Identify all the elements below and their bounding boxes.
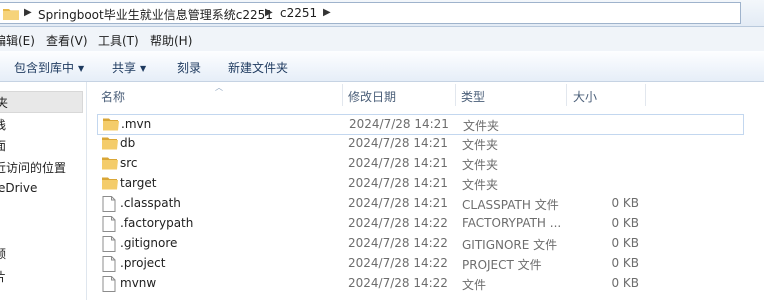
file-type: 文件夹 bbox=[462, 138, 499, 152]
file-icon bbox=[102, 256, 116, 275]
menu-bar: 编辑(E) 查看(V) 工具(T) 帮助(H) bbox=[0, 27, 764, 51]
folder-icon bbox=[103, 117, 119, 134]
file-row[interactable]: .project 2024/7/28 14:22 PROJECT 文件 0 KB bbox=[97, 254, 742, 273]
file-name: .gitignore bbox=[120, 236, 178, 250]
file-modified: 2024/7/28 14:21 bbox=[348, 176, 448, 190]
breadcrumb-separator-icon[interactable]: ▶ bbox=[24, 7, 32, 18]
column-header-name[interactable]: 名称 bbox=[101, 88, 125, 105]
file-row[interactable]: db 2024/7/28 14:21 文件夹 bbox=[97, 134, 742, 153]
chevron-down-icon: ▼ bbox=[140, 64, 147, 73]
burn-button[interactable]: 刻录 bbox=[177, 59, 201, 76]
file-type: 文件夹 bbox=[462, 178, 499, 192]
file-modified: 2024/7/28 14:22 bbox=[348, 256, 448, 270]
include-in-library-button[interactable]: 包含到库中 ▼ bbox=[14, 59, 84, 76]
breadcrumb-item[interactable]: c2251 bbox=[280, 6, 317, 20]
file-type: CLASSPATH 文件 bbox=[462, 198, 559, 212]
file-name: db bbox=[120, 136, 136, 150]
file-name: .mvn bbox=[121, 117, 152, 131]
column-header-type[interactable]: 类型 bbox=[461, 88, 485, 105]
breadcrumb-separator-icon[interactable]: ▶ bbox=[323, 7, 331, 18]
folder-icon bbox=[102, 176, 118, 193]
file-modified: 2024/7/28 14:21 bbox=[349, 117, 449, 131]
column-divider[interactable] bbox=[566, 84, 567, 106]
file-icon bbox=[102, 196, 116, 215]
new-folder-button[interactable]: 新建文件夹 bbox=[228, 59, 288, 76]
menu-help[interactable]: 帮助(H) bbox=[150, 32, 192, 49]
nav-selection-highlight bbox=[0, 91, 83, 113]
folder-icon bbox=[102, 136, 118, 153]
menu-tools[interactable]: 工具(T) bbox=[98, 32, 139, 49]
share-label: 共享 bbox=[112, 61, 137, 75]
file-name: target bbox=[120, 176, 157, 190]
address-field[interactable]: ▶ Springboot毕业生就业信息管理系统c2251 ▶ c2251 ▶ bbox=[0, 2, 741, 24]
file-icon bbox=[102, 216, 116, 235]
nav-item[interactable]: 夹 bbox=[0, 94, 8, 111]
address-bar: ▶ Springboot毕业生就业信息管理系统c2251 ▶ c2251 ▶ bbox=[0, 0, 764, 27]
column-divider[interactable] bbox=[455, 84, 456, 106]
nav-item[interactable]: 栈 bbox=[0, 116, 6, 133]
menu-view[interactable]: 查看(V) bbox=[46, 32, 88, 49]
file-row[interactable]: mvnw 2024/7/28 14:22 文件 0 KB bbox=[97, 274, 742, 293]
file-modified: 2024/7/28 14:22 bbox=[348, 236, 448, 250]
file-icon bbox=[102, 276, 116, 295]
navigation-pane: 夹 栈 面 近访问的位置 eDrive 频 片 bbox=[0, 82, 87, 300]
chevron-down-icon: ▼ bbox=[78, 64, 85, 73]
sort-ascending-icon: ︿ bbox=[215, 83, 223, 92]
column-divider[interactable] bbox=[342, 84, 343, 106]
file-row[interactable]: src 2024/7/28 14:21 文件夹 bbox=[97, 154, 742, 173]
folder-icon bbox=[3, 7, 19, 23]
file-type: GITIGNORE 文件 bbox=[462, 238, 558, 252]
file-name: mvnw bbox=[120, 276, 157, 290]
file-type: PROJECT 文件 bbox=[462, 258, 542, 272]
file-modified: 2024/7/28 14:22 bbox=[348, 216, 448, 230]
file-modified: 2024/7/28 14:21 bbox=[348, 156, 448, 170]
menu-edit[interactable]: 编辑(E) bbox=[0, 32, 35, 49]
file-modified: 2024/7/28 14:22 bbox=[348, 276, 448, 290]
file-name: .project bbox=[120, 256, 166, 270]
file-row[interactable]: .gitignore 2024/7/28 14:22 GITIGNORE 文件 0 K… bbox=[97, 234, 742, 253]
nav-item[interactable]: 频 bbox=[0, 245, 6, 262]
file-list: ︿ 名称 修改日期 类型 大小 .mvn 2024/7/28 14:21 文件夹 db… bbox=[87, 82, 764, 300]
file-type: 文件夹 bbox=[462, 158, 499, 172]
breadcrumb-item[interactable]: Springboot毕业生就业信息管理系统c2251 bbox=[38, 6, 273, 23]
breadcrumb-separator-icon[interactable]: ▶ bbox=[265, 7, 273, 18]
file-name: src bbox=[120, 156, 138, 170]
column-header-modified[interactable]: 修改日期 bbox=[348, 88, 396, 105]
file-row[interactable]: .mvn 2024/7/28 14:21 文件夹 bbox=[97, 114, 744, 135]
file-name: .classpath bbox=[120, 196, 181, 210]
file-type: 文件 bbox=[462, 278, 487, 292]
nav-item-onedrive[interactable]: eDrive bbox=[0, 181, 37, 195]
file-modified: 2024/7/28 14:21 bbox=[348, 196, 448, 210]
nav-item[interactable]: 面 bbox=[0, 137, 6, 154]
file-name: .factorypath bbox=[120, 216, 194, 230]
file-size: 0 KB bbox=[611, 236, 639, 250]
nav-item[interactable]: 片 bbox=[0, 268, 6, 285]
file-size: 0 KB bbox=[611, 216, 639, 230]
include-in-library-label: 包含到库中 bbox=[14, 61, 75, 75]
file-icon bbox=[102, 236, 116, 255]
file-size: 0 KB bbox=[611, 256, 639, 270]
file-row[interactable]: target 2024/7/28 14:21 文件夹 bbox=[97, 174, 742, 193]
nav-item-recent-places[interactable]: 近访问的位置 bbox=[0, 159, 66, 176]
column-divider[interactable] bbox=[645, 84, 646, 106]
file-row[interactable]: .classpath 2024/7/28 14:21 CLASSPATH 文件 0 K… bbox=[97, 194, 742, 213]
file-size: 0 KB bbox=[611, 276, 639, 290]
share-button[interactable]: 共享 ▼ bbox=[112, 59, 146, 76]
file-row[interactable]: .factorypath 2024/7/28 14:22 FACTORYPATH .… bbox=[97, 214, 742, 233]
file-size: 0 KB bbox=[611, 196, 639, 210]
file-type: 文件夹 bbox=[463, 119, 500, 133]
column-header-size[interactable]: 大小 bbox=[573, 88, 597, 105]
file-modified: 2024/7/28 14:21 bbox=[348, 136, 448, 150]
folder-icon bbox=[102, 156, 118, 173]
file-type: FACTORYPATH ... bbox=[462, 216, 562, 230]
command-bar: 包含到库中 ▼ 共享 ▼ 刻录 新建文件夹 bbox=[0, 51, 764, 82]
